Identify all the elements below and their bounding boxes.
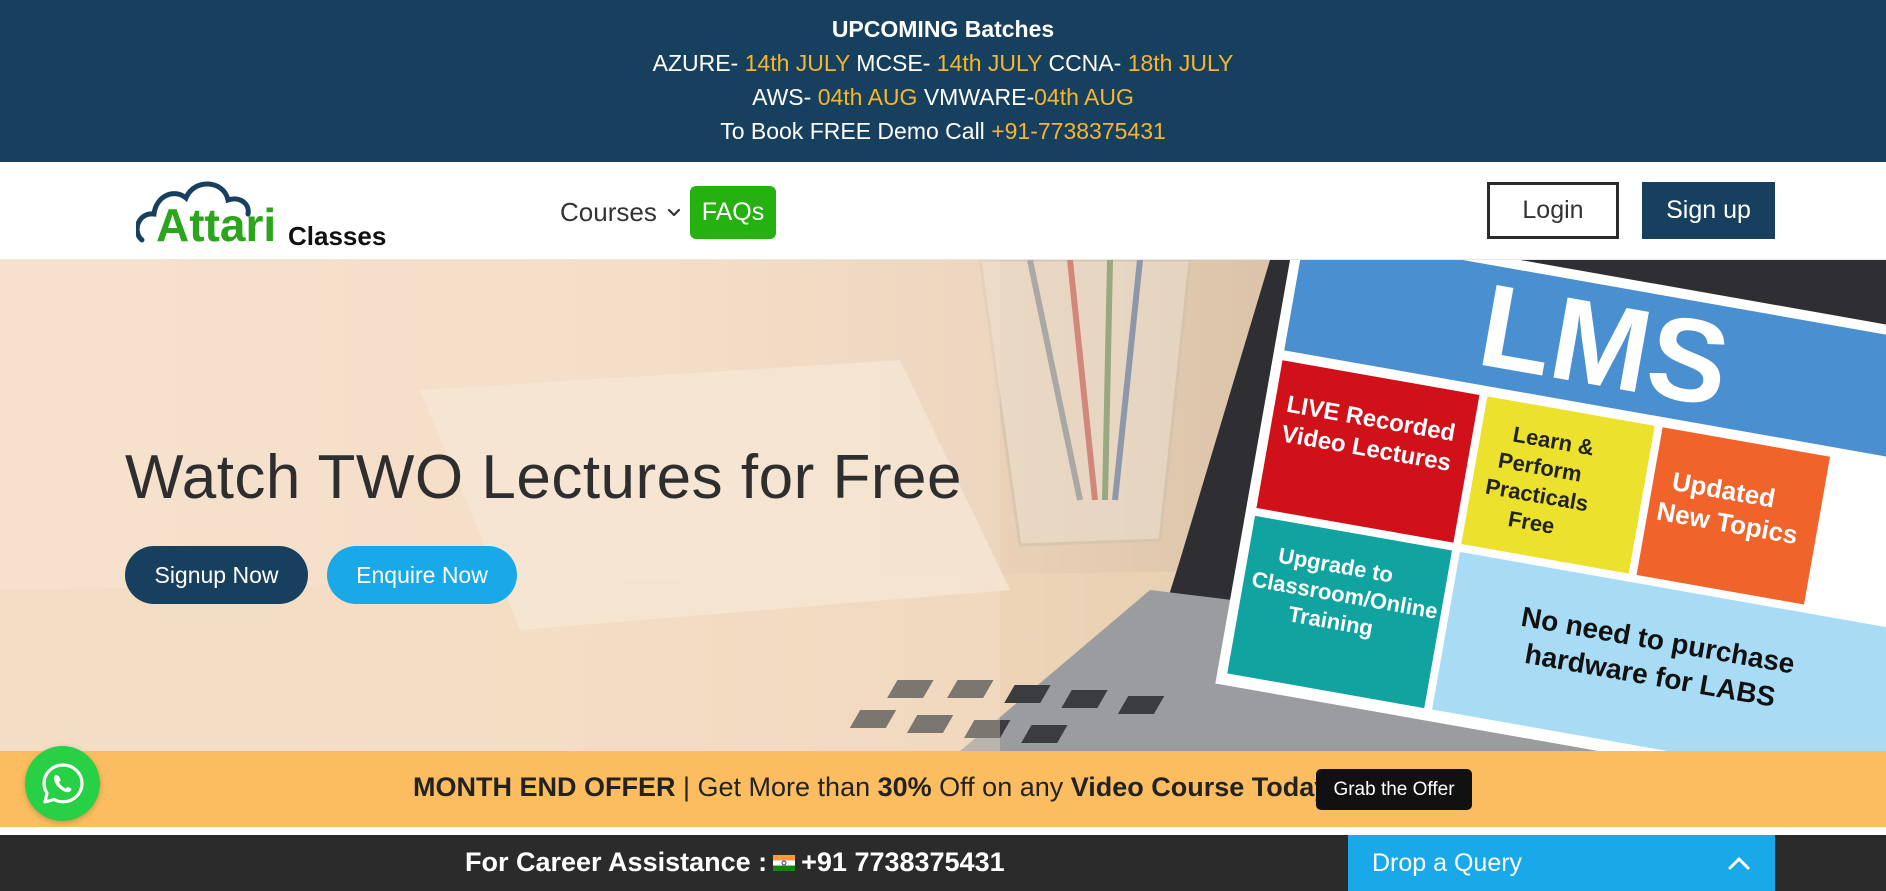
courses-label: Courses <box>560 196 657 227</box>
pencil-glass-icon <box>978 260 1192 547</box>
batch-date: 04th AUG <box>1034 84 1134 110</box>
hero-banner: LMS LIVE Recorded Video Lectures Learn &… <box>0 260 1886 751</box>
courses-menu[interactable]: Courses <box>560 194 681 230</box>
announcement-bar: UPCOMING Batches AZURE- 14th JULY MCSE- … <box>0 0 1886 162</box>
attari-classes-logo[interactable]: Attari Classes <box>134 174 396 252</box>
offer-copy: | Get More than <box>675 772 878 802</box>
offer-copy: Off on any <box>931 772 1071 802</box>
logo-text-main: Attari <box>156 199 276 251</box>
logo-text-sub: Classes <box>288 221 386 251</box>
offer-text: MONTH END OFFER | Get More than 30% Off … <box>413 772 1329 803</box>
india-flag-icon <box>773 854 796 871</box>
career-assistance: For Career Assistance : +91 7738375431 <box>465 847 1005 878</box>
batch-date: 18th JULY <box>1127 50 1234 76</box>
announcement-line-3: To Book FREE Demo Call +91-7738375431 <box>0 114 1886 148</box>
batch-text: CCNA- <box>1042 50 1128 76</box>
cloud-logo-icon: Attari Classes <box>134 181 386 251</box>
career-label: For Career Assistance : <box>465 847 768 877</box>
demo-call-text: To Book FREE Demo Call <box>720 118 992 144</box>
sign-up-button[interactable]: Sign up <box>1642 182 1775 239</box>
divider <box>0 827 1886 835</box>
announcement-line-1: AZURE- 14th JULY MCSE- 14th JULY CCNA- 1… <box>0 46 1886 80</box>
login-button[interactable]: Login <box>1487 182 1619 239</box>
batch-date: 14th JULY <box>936 50 1043 76</box>
chevron-down-icon <box>667 208 680 217</box>
grab-offer-button[interactable]: Grab the Offer <box>1316 769 1472 810</box>
batch-text: VMWARE- <box>917 84 1035 110</box>
batch-date: 04th AUG <box>817 84 918 110</box>
career-phone[interactable]: +91 7738375431 <box>801 847 1004 878</box>
batch-text: AZURE- <box>652 50 745 76</box>
batch-text: MCSE- <box>849 50 937 76</box>
signup-now-button[interactable]: Signup Now <box>125 546 308 604</box>
whatsapp-icon <box>41 762 84 804</box>
offer-bar: MONTH END OFFER | Get More than 30% Off … <box>0 751 1886 827</box>
enquire-now-button[interactable]: Enquire Now <box>327 546 517 604</box>
hero-title: Watch TWO Lectures for Free <box>125 443 962 512</box>
career-assistance-bar: For Career Assistance : +91 7738375431 D… <box>0 835 1886 891</box>
batch-text: AWS- <box>752 84 818 110</box>
faqs-button[interactable]: FAQs <box>690 186 776 239</box>
drop-query-toggle[interactable]: Drop a Query <box>1348 835 1775 891</box>
drop-query-label: Drop a Query <box>1372 848 1523 877</box>
whatsapp-chat-button[interactable] <box>25 746 100 821</box>
offer-highlight: MONTH END OFFER <box>413 772 676 802</box>
batch-date: 14th JULY <box>744 50 850 76</box>
announcement-line-2: AWS- 04th AUG VMWARE-04th AUG <box>0 80 1886 114</box>
offer-product: Video Course Today <box>1070 772 1330 802</box>
main-navbar: Attari Classes Courses FAQs Login Sign u… <box>0 162 1886 260</box>
offer-percent: 30% <box>877 772 932 802</box>
announcement-title: UPCOMING Batches <box>831 16 1055 42</box>
chevron-up-icon <box>1728 857 1750 870</box>
demo-call-phone[interactable]: +91-7738375431 <box>991 118 1166 144</box>
